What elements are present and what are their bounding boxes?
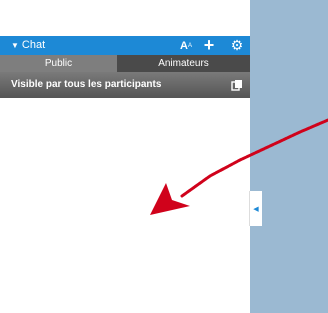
chat-messages[interactable]	[0, 98, 250, 313]
tab-public[interactable]: Public	[0, 55, 117, 72]
collapse-handle[interactable]: ◀	[249, 191, 262, 226]
chat-title: Chat	[21, 39, 46, 51]
chat-panel: ▼ Chat AA + ⚙ Public Animateurs Visible …	[0, 0, 250, 313]
chevron-down-icon: ▼	[11, 41, 19, 50]
tab-animateurs[interactable]: Animateurs	[117, 55, 250, 72]
plus-icon[interactable]: +	[201, 36, 217, 54]
visibility-text: Visible par tous les participants	[11, 79, 162, 90]
chat-tabs: Public Animateurs	[0, 55, 250, 72]
copy-icon[interactable]	[231, 79, 243, 91]
font-size-icon[interactable]: AA	[178, 37, 194, 54]
chevron-left-icon: ◀	[253, 205, 259, 213]
gear-icon[interactable]: ⚙	[229, 37, 245, 54]
visibility-bar: Visible par tous les participants	[0, 72, 250, 98]
side-area	[250, 0, 328, 313]
chat-title-toggle[interactable]: ▼ Chat	[11, 38, 45, 53]
chat-header: ▼ Chat AA + ⚙	[0, 36, 250, 55]
